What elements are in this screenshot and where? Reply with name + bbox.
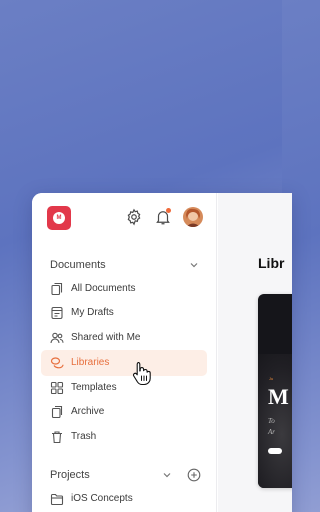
add-project-icon[interactable] [187, 468, 201, 482]
section-title: Projects [50, 469, 90, 481]
sidebar-item-all-documents[interactable]: All Documents [41, 276, 207, 302]
chevron-down-icon[interactable] [162, 470, 172, 480]
library-card[interactable]: Ju M To Ar [258, 294, 292, 488]
notification-dot [166, 208, 171, 213]
templates-icon [50, 381, 64, 395]
trash-icon [52, 431, 62, 444]
document-stack-icon [51, 282, 63, 296]
sidebar-item-libraries[interactable]: Libraries [41, 350, 207, 376]
sidebar-item-archive[interactable]: Archive [41, 399, 207, 425]
page-title: Libr [258, 255, 285, 271]
sidebar-item-label: Archive [71, 406, 105, 417]
hand-cursor-icon [132, 361, 151, 386]
sidebar-item-label: My Drafts [71, 307, 114, 318]
main-content: Libr Ju M To Ar [218, 193, 292, 512]
sidebar-item-label: iOS Concepts [71, 493, 133, 504]
draft-icon [51, 306, 63, 320]
sidebar-item-ios-concepts[interactable]: iOS Concepts [41, 486, 207, 512]
libraries-icon [50, 357, 64, 369]
sidebar-topbar: M [32, 193, 217, 243]
gear-icon[interactable] [125, 208, 143, 226]
sidebar-item-label: Templates [71, 382, 117, 393]
card-tag: Ju [269, 376, 274, 381]
sidebar-item-my-drafts[interactable]: My Drafts [41, 300, 207, 326]
sidebar-item-trash[interactable]: Trash [41, 424, 207, 450]
sidebar-item-templates[interactable]: Templates [41, 375, 207, 401]
card-subtitle: Ar [268, 428, 275, 436]
app-window: M Documents All Documents My Drafts Shar… [32, 193, 292, 512]
chevron-down-icon[interactable] [189, 260, 199, 270]
sidebar-item-label: Trash [71, 431, 97, 442]
app-logo[interactable]: M [47, 206, 71, 230]
sidebar: M Documents All Documents My Drafts Shar… [32, 193, 217, 512]
sidebar-item-label: Libraries [71, 357, 110, 368]
section-documents[interactable]: Documents [50, 257, 205, 273]
sidebar-item-shared-with-me[interactable]: Shared with Me [41, 325, 207, 351]
sidebar-item-label: All Documents [71, 283, 136, 294]
section-projects[interactable]: Projects [50, 467, 205, 483]
avatar[interactable] [183, 207, 203, 227]
card-subtitle: To [268, 417, 275, 425]
archive-icon [51, 405, 63, 419]
folder-icon [50, 493, 64, 506]
section-title: Documents [50, 259, 106, 271]
users-icon [50, 332, 64, 344]
card-button[interactable] [268, 448, 282, 454]
card-heading: M [268, 384, 289, 409]
sidebar-item-label: Shared with Me [71, 332, 141, 343]
